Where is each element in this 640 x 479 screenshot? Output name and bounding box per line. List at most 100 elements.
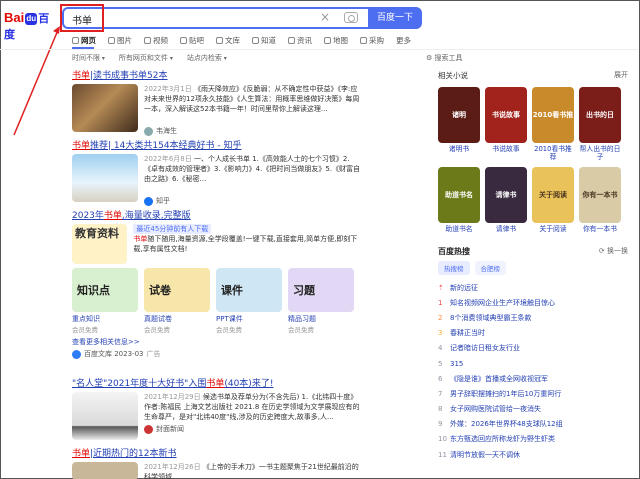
- tab-label: 视频: [153, 35, 168, 45]
- hot-item[interactable]: 4 记者暗访日租女友行业: [438, 341, 628, 356]
- tab-images[interactable]: 图片: [108, 33, 132, 47]
- filter-filetype[interactable]: 所有网页和文件: [119, 53, 173, 63]
- tab-wenku[interactable]: 文库: [216, 33, 240, 47]
- tab-zhidao[interactable]: 知道: [252, 33, 276, 47]
- tab-more[interactable]: 更多: [396, 33, 411, 47]
- hot-text: 知名视频网企业生产环境触目惊心: [450, 298, 555, 307]
- book-item[interactable]: 请律书 请律书: [485, 167, 527, 233]
- title-highlight: 书单: [72, 71, 91, 81]
- wenku-card[interactable]: 课件 PPT课件 会员免费: [216, 268, 282, 334]
- search-input[interactable]: 书单 ×: [62, 7, 370, 29]
- expand-button[interactable]: 展开: [614, 70, 628, 81]
- result-source[interactable]: 百度文库 2023-03 广告: [72, 349, 362, 359]
- book-item[interactable]: 2010看书推 2010看书推荐: [532, 87, 574, 161]
- chip-hefei[interactable]: 合肥榜: [474, 261, 506, 275]
- tab-web[interactable]: 网页: [72, 33, 96, 47]
- book-cover: 你有一本书: [579, 167, 621, 223]
- hot-item[interactable]: 8 女子网购医院试管给一夜消失: [438, 402, 628, 417]
- tab-tieba[interactable]: 贴吧: [180, 33, 204, 47]
- search-button[interactable]: 百度一下: [368, 7, 422, 29]
- book-title: 帮人出书的日子: [579, 145, 621, 161]
- wenku-card[interactable]: 习题 精品习题 会员免费: [288, 268, 354, 334]
- card-title: PPT课件: [216, 315, 243, 323]
- tools-label: 搜索工具: [434, 54, 463, 62]
- result-title[interactable]: 书单|读书成事书单52本: [72, 68, 362, 81]
- source-name: 封面新闻: [156, 425, 184, 433]
- result-source[interactable]: 封面新闻: [144, 424, 362, 434]
- tab-purchase[interactable]: 采购: [360, 33, 384, 47]
- title-text: 推荐| 14大类共154本经典好书 - 知乎: [90, 141, 242, 151]
- result-date: 2022年3月1日: [144, 85, 192, 93]
- source-name: 韦海生: [156, 127, 177, 135]
- tab-label: 文库: [225, 35, 240, 45]
- book-item[interactable]: 出书的日 帮人出书的日子: [579, 87, 621, 161]
- refresh-icon: ⟳: [598, 247, 607, 255]
- result-source[interactable]: 知乎: [144, 196, 362, 206]
- result-title[interactable]: "名人堂"2021年度十大好书"入围书单(40本)来了!: [72, 376, 362, 389]
- book-cover: 关于阅读: [532, 167, 574, 223]
- hot-item[interactable]: ⇡ 新的远征: [438, 280, 628, 295]
- hot-item[interactable]: 6 《隐是谁》首播或全网收视冠军: [438, 371, 628, 386]
- camera-icon[interactable]: [344, 12, 358, 23]
- hot-item[interactable]: 3 春耕正当时: [438, 326, 628, 341]
- hot-text: 春耕正当时: [450, 329, 485, 338]
- card-image: 知识点: [72, 268, 138, 312]
- wenku-cards: 知识点 重点知识 会员免费 试卷 真题试卷 会员免费 课件 PPT课件 会员免费…: [72, 268, 362, 334]
- result-title[interactable]: 书单推荐| 14大类共154本经典好书 - 知乎: [72, 138, 362, 151]
- hot-rank: 2: [438, 313, 443, 322]
- book-title: 请律书: [495, 225, 517, 233]
- filter-time[interactable]: 时间不限: [72, 53, 105, 63]
- hot-text: 女子网购医院试管给一夜消失: [450, 405, 541, 414]
- book-grid: 诸明 诸明书 书说故事 书说故事 2010看书推 2010看书推荐 出书的日 帮人出书的日子助…: [438, 87, 628, 233]
- result-thumbnail[interactable]: [72, 84, 138, 132]
- result-thumbnail[interactable]: [72, 154, 138, 202]
- wenku-card[interactable]: 知识点 重点知识 会员免费: [72, 268, 138, 334]
- tab-label: 网页: [81, 35, 96, 45]
- hot-item[interactable]: 2 8个消费领域典型霸王条款: [438, 310, 628, 325]
- hot-item[interactable]: 5 315: [438, 356, 628, 371]
- map-icon: [324, 36, 331, 44]
- hot-item[interactable]: 7 男子辞职摆摊扫的1年后10万重阿行: [438, 386, 628, 401]
- hot-item[interactable]: 10 东方甄选回应所称龙虾为野生虾类: [438, 432, 628, 447]
- filter-site[interactable]: 站点内检索: [187, 53, 227, 63]
- card-title: 精品习题: [288, 315, 316, 323]
- tab-video[interactable]: 视频: [144, 33, 168, 47]
- hot-rank: 11: [438, 450, 447, 459]
- result-title[interactable]: 2023年书单,海量收录,完整版: [72, 208, 362, 221]
- refresh-button[interactable]: ⟳ 换一换: [599, 246, 628, 257]
- card-image: 习题: [288, 268, 354, 312]
- result-thumbnail[interactable]: [72, 392, 138, 440]
- result-title[interactable]: 书单|近期热门的12本新书: [72, 446, 362, 459]
- snippet-text: 随下随用,海量资源,全学段覆盖!一键下载,直接套用,简单方便,即刻下载,享有属性…: [133, 235, 358, 253]
- hot-item[interactable]: 11 清明节放假一天不调休: [438, 447, 628, 462]
- hot-text: 男子辞职摆摊扫的1年后10万重阿行: [450, 389, 562, 398]
- wenku-card[interactable]: 试卷 真题试卷 会员免费: [144, 268, 210, 334]
- wenku-banner[interactable]: 教育资料: [72, 224, 128, 264]
- result-thumbnail[interactable]: [72, 462, 138, 479]
- book-item[interactable]: 书说故事 书说故事: [485, 87, 527, 161]
- book-item[interactable]: 你有一本书 你有一本书: [579, 167, 621, 233]
- tab-news[interactable]: 资讯: [288, 33, 312, 47]
- chip-hot[interactable]: 热搜榜: [438, 261, 470, 275]
- hot-rank: 1: [438, 298, 443, 307]
- result-source[interactable]: 韦海生: [144, 126, 362, 136]
- book-item[interactable]: 关于阅读 关于阅读: [532, 167, 574, 233]
- hot-text: 8个消费领域典型霸王条款: [450, 313, 532, 322]
- baidu-logo[interactable]: Bai du 百度: [4, 10, 58, 41]
- hot-item[interactable]: 1 知名视频网企业生产环境触目惊心: [438, 295, 628, 310]
- result-snippet: 2021年12月26日 《上帝的手术刀》一书主题聚焦于21世纪最前沿的科学领域: [144, 462, 362, 479]
- more-link[interactable]: 查看更多相关信息>>: [72, 337, 362, 347]
- book-title: 2010看书推荐: [534, 145, 572, 161]
- search-result: 书单|读书成事书单52本 2022年3月1日 《雨天降效应》《反脆弱：从不确定性…: [72, 68, 362, 136]
- book-item[interactable]: 助道书名 助道书名: [438, 167, 480, 233]
- search-result: "名人堂"2021年度十大好书"入围书单(40本)来了! 2021年12月29日…: [72, 376, 362, 440]
- clear-icon[interactable]: ×: [320, 10, 330, 24]
- section-title: 相关小说: [438, 71, 468, 80]
- tab-map[interactable]: 地图: [324, 33, 348, 47]
- title-text: "名人堂"2021年度十大好书"入围: [72, 379, 207, 389]
- book-item[interactable]: 诸明 诸明书: [438, 87, 480, 161]
- search-tools-button[interactable]: ⚙ 搜索工具: [426, 53, 463, 63]
- snippet-highlight: 书单: [133, 235, 148, 243]
- hot-text: 清明节放假一天不调休: [450, 450, 520, 459]
- hot-item[interactable]: 9 外媒：2026年世界杯48支球队12组: [438, 417, 628, 432]
